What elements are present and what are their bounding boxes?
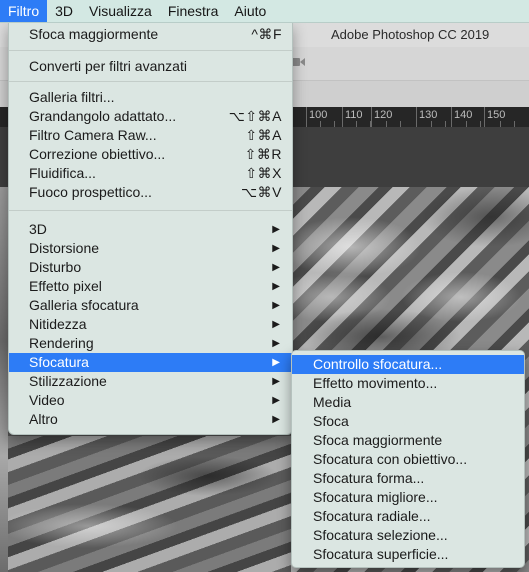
submenu-item-sfocatura-migliore[interactable]: Sfocatura migliore... (292, 488, 524, 507)
submenu-item-label: Effetto movimento... (313, 375, 438, 391)
menu-item-fuoco-prospettico[interactable]: Fuoco prospettico... ⌥⌘V (9, 183, 292, 202)
submenu-item-sfoca[interactable]: Sfoca (292, 412, 524, 431)
submenu-arrow-icon: ▶ (272, 395, 280, 406)
submenu-item-label: Controllo sfocatura... (313, 356, 443, 372)
canvas-image-lower (8, 436, 291, 572)
menu-item-grandangolo-adattato[interactable]: Grandangolo adattato... ⌥⇧⌘A (9, 107, 292, 126)
menu-item-sfoca-maggiormente[interactable]: Sfoca maggiormente ^⌘F (9, 25, 292, 44)
submenu-item-label: Sfocatura forma... (313, 470, 425, 486)
menu-item-fluidifica[interactable]: Fluidifica... ⇧⌘X (9, 164, 292, 183)
menu-item-label: Sfocatura (29, 354, 89, 370)
submenu-item-label: Sfocatura radiale... (313, 508, 431, 524)
ruler-label: 140 (454, 109, 473, 121)
submenu-item-sfocatura-forma[interactable]: Sfocatura forma... (292, 469, 524, 488)
submenu-arrow-icon: ▶ (272, 281, 280, 292)
menu-item-galleria-filtri[interactable]: Galleria filtri... (9, 88, 292, 107)
app-title: Adobe Photoshop CC 2019 (331, 27, 490, 42)
menu-item-filtro-camera-raw[interactable]: Filtro Camera Raw... ⇧⌘A (9, 126, 292, 145)
menu-item-shortcut: ^⌘F (251, 26, 282, 42)
submenu-item-effetto-movimento[interactable]: Effetto movimento... (292, 374, 524, 393)
submenu-arrow-icon: ▶ (272, 262, 280, 273)
menu-item-label: Galleria sfocatura (29, 297, 139, 313)
menu-item-label: Stilizzazione (29, 373, 107, 389)
menu-separator (9, 210, 292, 211)
canvas-image-edge (0, 187, 8, 572)
menu-item-label: Disturbo (29, 259, 82, 275)
submenu-item-label: Sfoca maggiormente (313, 432, 443, 448)
submenu-item-media[interactable]: Media (292, 393, 524, 412)
submenu-arrow-icon: ▶ (272, 357, 280, 368)
menu-filtro[interactable]: Filtro (0, 0, 48, 22)
submenu-item-label: Sfocatura con obiettivo... (313, 451, 468, 467)
menu-bar: Filtro 3D Visualizza Finestra Aiuto (0, 0, 529, 23)
menu-item-shortcut: ⇧⌘A (245, 127, 282, 143)
menu-item-label: Converti per filtri avanzati (29, 58, 187, 74)
menu-item-label: Altro (29, 411, 58, 427)
menu-visualizza[interactable]: Visualizza (81, 0, 160, 22)
submenu-item-label: Sfocatura superficie... (313, 546, 449, 562)
menu-item-label: Galleria filtri... (29, 89, 115, 105)
menu-3d[interactable]: 3D (47, 0, 81, 22)
ruler-label: 120 (374, 109, 393, 121)
submenu-item-label: Sfocatura migliore... (313, 489, 438, 505)
blur-submenu: Controllo sfocatura... Effetto movimento… (291, 350, 525, 568)
menu-item-correzione-obiettivo[interactable]: Correzione obiettivo... ⇧⌘R (9, 145, 292, 164)
menu-separator (9, 50, 292, 51)
ruler-label: 100 (309, 109, 328, 121)
menu-item-altro[interactable]: Altro ▶ (9, 410, 292, 429)
menu-separator (9, 81, 292, 82)
submenu-item-label: Sfocatura selezione... (313, 527, 448, 543)
submenu-item-sfocatura-superficie[interactable]: Sfocatura superficie... (292, 545, 524, 564)
menu-item-rendering[interactable]: Rendering ▶ (9, 334, 292, 353)
submenu-item-sfocatura-radiale[interactable]: Sfocatura radiale... (292, 507, 524, 526)
menu-item-shortcut: ⌥⇧⌘A (228, 108, 282, 124)
menu-item-label: Nitidezza (29, 316, 87, 332)
menu-item-label: Grandangolo adattato... (29, 108, 177, 124)
menu-item-disturbo[interactable]: Disturbo ▶ (9, 258, 292, 277)
menu-item-distorsione[interactable]: Distorsione ▶ (9, 239, 292, 258)
submenu-arrow-icon: ▶ (272, 224, 280, 235)
video-camera-icon[interactable] (291, 56, 305, 68)
filter-menu: Sfoca maggiormente ^⌘F Converti per filt… (8, 22, 293, 435)
menu-item-label: Correzione obiettivo... (29, 146, 166, 162)
menu-item-label: Effetto pixel (29, 278, 102, 294)
submenu-arrow-icon: ▶ (272, 414, 280, 425)
menu-item-label: Fuoco prospettico... (29, 184, 152, 200)
menu-item-label: Rendering (29, 335, 94, 351)
menu-item-label: Fluidifica... (29, 165, 96, 181)
menu-item-label: Sfoca maggiormente (29, 26, 159, 42)
submenu-item-label: Sfoca (313, 413, 349, 429)
menu-aiuto[interactable]: Aiuto (226, 0, 274, 22)
menu-item-galleria-sfocatura[interactable]: Galleria sfocatura ▶ (9, 296, 292, 315)
menu-item-shortcut: ⇧⌘R (244, 146, 282, 162)
menu-item-shortcut: ⌥⌘V (241, 184, 282, 200)
menu-item-label: 3D (29, 221, 47, 237)
submenu-item-sfocatura-selezione[interactable]: Sfocatura selezione... (292, 526, 524, 545)
submenu-arrow-icon: ▶ (272, 376, 280, 387)
menu-item-shortcut: ⇧⌘X (245, 165, 282, 181)
menu-item-label: Filtro Camera Raw... (29, 127, 157, 143)
menu-item-stilizzazione[interactable]: Stilizzazione ▶ (9, 372, 292, 391)
menu-item-3d[interactable]: 3D ▶ (9, 220, 292, 239)
menu-item-sfocatura[interactable]: Sfocatura ▶ (9, 353, 292, 372)
submenu-item-label: Media (313, 394, 352, 410)
submenu-item-sfoca-maggiormente[interactable]: Sfoca maggiormente (292, 431, 524, 450)
submenu-arrow-icon: ▶ (272, 319, 280, 330)
submenu-arrow-icon: ▶ (272, 300, 280, 311)
menu-item-effetto-pixel[interactable]: Effetto pixel ▶ (9, 277, 292, 296)
submenu-item-sfocatura-con-obiettivo[interactable]: Sfocatura con obiettivo... (292, 450, 524, 469)
submenu-arrow-icon: ▶ (272, 338, 280, 349)
ruler-label: 110 (345, 109, 363, 121)
menu-item-label: Video (29, 392, 65, 408)
submenu-item-controllo-sfocatura[interactable]: Controllo sfocatura... (292, 355, 524, 374)
menu-item-video[interactable]: Video ▶ (9, 391, 292, 410)
submenu-arrow-icon: ▶ (272, 243, 280, 254)
ruler-label: 130 (419, 109, 438, 121)
menu-finestra[interactable]: Finestra (160, 0, 227, 22)
ruler-label: 150 (487, 109, 506, 121)
menu-item-nitidezza[interactable]: Nitidezza ▶ (9, 315, 292, 334)
menu-item-label: Distorsione (29, 240, 100, 256)
menu-item-converti-filtri-avanzati[interactable]: Converti per filtri avanzati (9, 57, 292, 76)
